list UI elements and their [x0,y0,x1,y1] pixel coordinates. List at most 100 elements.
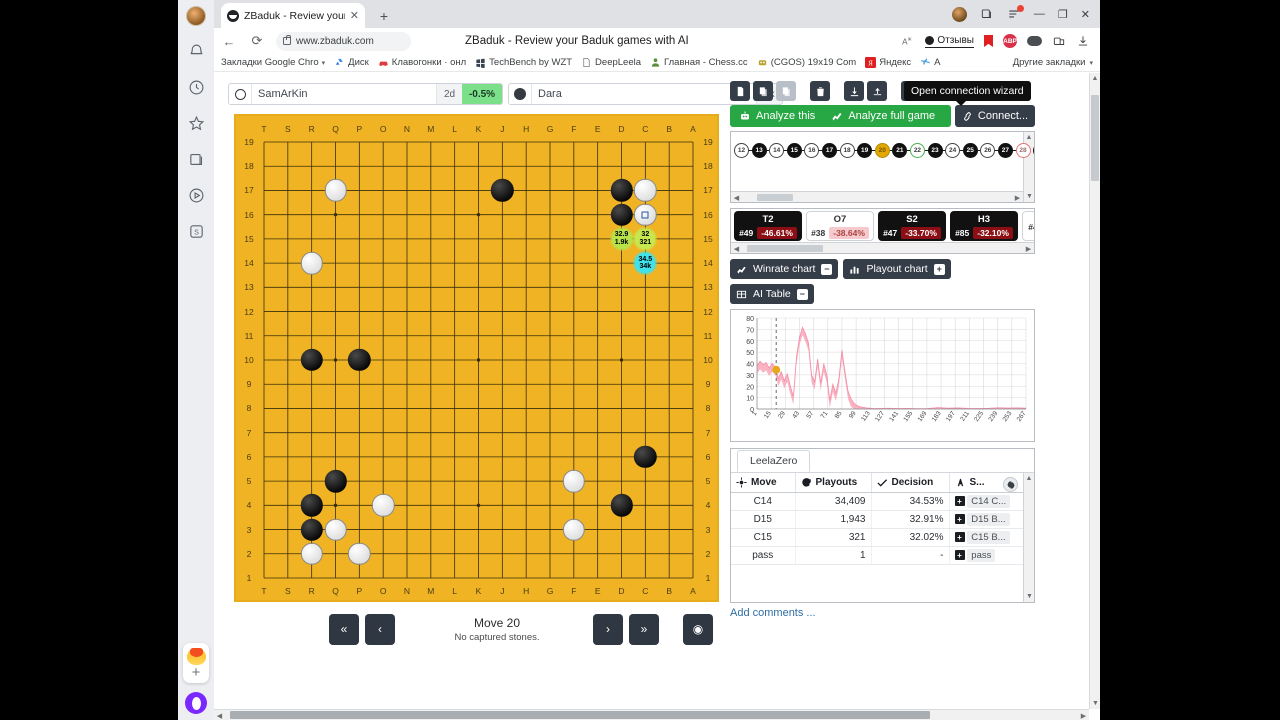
scroll-down-arrow[interactable]: ▼ [1090,698,1100,709]
move-stone[interactable]: 27 [997,142,1013,158]
extension-icon[interactable] [1052,34,1066,48]
move-stone[interactable]: 28 [1015,142,1031,158]
cell-setting[interactable]: + C14 C... [949,492,1034,511]
other-bookmarks[interactable]: Другие закладки ▾ [1013,57,1093,68]
scroll-up-arrow[interactable]: ▲ [1024,132,1034,143]
gamepad-icon[interactable] [1027,36,1042,46]
move-stone[interactable]: 12 [734,142,749,158]
move-stone[interactable]: 20 [874,142,890,158]
next-move-button[interactable]: › [593,613,623,645]
table-row[interactable]: pass 1- + pass [731,546,1034,565]
analyze-full-button[interactable]: Analyze full game [831,110,935,122]
winrate-chart[interactable]: 0 10 20 30 40 50 60 70 80 1 15 29 43 57 71 85 99 113 127 14… [730,309,1035,442]
th-move[interactable]: Move [731,473,796,493]
playout-chart-button[interactable]: Playout chart + [843,259,951,279]
gear-icon[interactable] [1003,477,1018,492]
translate-icon[interactable]: Aж [901,34,915,48]
copy-icon[interactable] [753,81,773,101]
page-hscroll-thumb[interactable] [230,711,930,719]
bookmark-item-1[interactable]: Диск [334,57,369,68]
bookmark-icon[interactable] [984,35,993,47]
close-window-button[interactable]: ✕ [1081,8,1090,21]
move-hint[interactable]: 34.5 34k [633,251,658,276]
adblock-icon[interactable]: ABP [1003,34,1017,48]
player-icon[interactable] [185,184,207,206]
bookmark-item-0[interactable]: Закладки Google Chro ▾ [221,57,325,68]
add-comments-link[interactable]: Add comments ... [730,607,1035,619]
address-bar[interactable]: www.zbaduk.com [276,31,411,51]
cell-setting[interactable]: + C15 B... [949,528,1034,547]
move-card[interactable]: H3 #85 -32.10% [950,211,1018,241]
move-stone[interactable]: 15 [786,142,802,158]
scroll-left-arrow[interactable]: ◀ [731,243,742,253]
history-icon[interactable] [185,76,207,98]
th-playouts[interactable]: Playouts [795,473,872,493]
download-icon[interactable] [844,81,864,101]
paste-icon[interactable] [776,81,796,101]
tab-close-icon[interactable]: ✕ [350,9,359,22]
cards-hscrollbar[interactable]: ◀ ▶ [731,242,1034,253]
opera-icon[interactable] [185,692,207,714]
move-stone[interactable]: 23 [927,142,943,158]
player-name-left[interactable]: SamArKin [251,84,436,104]
trash-icon[interactable] [810,81,830,101]
page-vertical-scrollbar[interactable]: ▲ ▼ [1089,73,1100,709]
tab-leelazero[interactable]: LeelaZero [737,450,811,472]
move-stone[interactable]: 25 [962,142,978,158]
move-card[interactable]: O7 #38 -38.64% [806,211,874,241]
move-stone[interactable]: 18 [839,142,855,158]
scroll-right-arrow[interactable]: ▶ [1023,243,1034,253]
new-file-icon[interactable] [730,81,750,101]
bookmark-item-7[interactable]: Я Яндекс [865,57,911,68]
move-stone[interactable]: 19 [857,142,873,158]
analyze-this-button[interactable]: Analyze this [739,110,815,122]
last-move-button[interactable]: » [629,613,659,645]
collections-icon[interactable] [185,148,207,170]
bookmark-item-8[interactable]: A [920,57,941,68]
move-hint[interactable]: 32.9 1.9k [609,226,634,251]
th-settings[interactable]: S... [949,473,1034,493]
move-stone[interactable]: 26 [980,142,996,158]
hscroll-thumb[interactable] [757,194,793,201]
player-name-right[interactable]: Dara [531,84,756,104]
bookmark-item-4[interactable]: DeepLeela [581,57,641,68]
expand-icon[interactable]: + [954,532,965,543]
scroll-up-arrow[interactable]: ▲ [1024,473,1034,484]
scroll-left-arrow[interactable]: ◀ [731,192,742,202]
table-row[interactable]: C14 34,409 34.53% + C14 C... [731,492,1034,511]
bookmark-item-3[interactable]: TechBench by WZT [475,57,572,68]
aitable-vscrollbar[interactable]: ▲ ▼ [1023,473,1034,602]
toggle-view-button[interactable]: ◉ [683,613,713,645]
move-stone[interactable]: 21 [892,142,908,158]
move-list[interactable]: 121314151617181920212223242526272829 ▲ ▼… [730,131,1035,203]
scroll-right-arrow[interactable]: ▶ [1078,710,1089,720]
move-card[interactable]: T2 #49 -46.61% [734,211,802,241]
expand-icon[interactable]: + [954,514,965,525]
profile-avatar[interactable] [951,6,967,22]
minimize-button[interactable]: — [1034,8,1045,20]
new-tab-button[interactable]: + [374,6,394,26]
scroll-left-arrow[interactable]: ◀ [214,710,225,720]
playout-chart-toggle[interactable]: + [933,263,945,275]
ai-table-button[interactable]: AI Table − [730,284,814,304]
bookmark-item-6[interactable]: (CGOS) 19x19 Com [757,57,856,68]
th-decision[interactable]: Decision [871,473,950,493]
browser-menu-icon[interactable] [1007,5,1024,21]
move-card[interactable]: S2 #47 -33.70% [878,211,946,241]
firefox-shortcut[interactable]: + [183,643,209,683]
move-stone[interactable]: 24 [945,142,961,158]
go-board[interactable]: T T S S R R Q Q P P O O N N M M L L K K J J H H G G F F E E D D C C B B A A 19… [234,114,719,602]
move-card[interactable]: #4 [1022,211,1034,241]
download-icon[interactable] [1076,34,1090,48]
bookmark-item-2[interactable]: Клавогонки · онл [378,57,466,68]
scroll-down-arrow[interactable]: ▼ [1024,591,1034,602]
table-row[interactable]: D15 1,943 32.91% + D15 B... [731,510,1034,529]
flow-icon[interactable]: S [185,220,207,242]
scroll-up-arrow[interactable]: ▲ [1090,73,1100,84]
avatar[interactable] [186,6,206,26]
move-stone[interactable]: 22 [909,142,925,158]
expand-icon[interactable]: + [954,550,965,561]
move-stone[interactable]: 13 [751,142,767,158]
prev-move-button[interactable]: ‹ [365,613,395,645]
move-stone[interactable]: 17 [821,142,837,158]
